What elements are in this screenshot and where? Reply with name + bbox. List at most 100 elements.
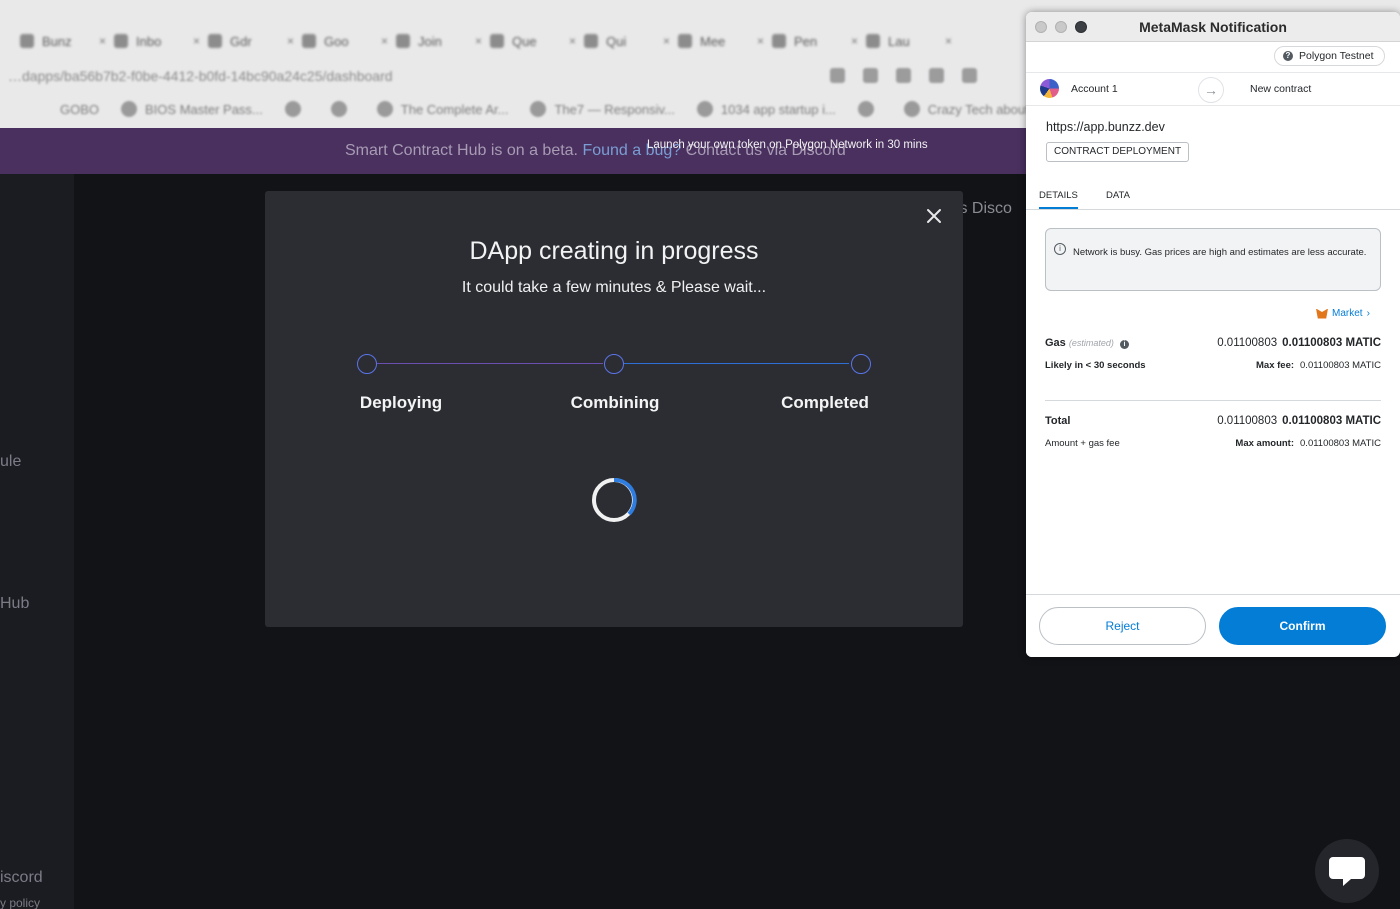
bookmark-item[interactable]: Crazy Tech about... (903, 101, 1040, 117)
bookmark-favicon-icon (696, 101, 713, 117)
extension-icon[interactable] (962, 68, 977, 83)
banner-text-before: Smart Contract Hub is on a beta. (345, 142, 583, 159)
globe-icon (866, 34, 880, 48)
browser-tab[interactable]: Bunz × (20, 26, 106, 56)
account-name[interactable]: Account 1 (1071, 83, 1118, 95)
browser-tab[interactable]: Mee × (678, 26, 764, 56)
bookmark-item[interactable]: The Complete Ar... (376, 101, 509, 117)
confirm-button[interactable]: Confirm (1219, 607, 1386, 645)
tab-title: Join (418, 33, 442, 49)
tab-close-icon[interactable]: × (475, 34, 482, 48)
bookmark-item[interactable] (330, 101, 355, 117)
bookmark-item[interactable]: The7 — Responsiv... (530, 101, 675, 117)
bookmarks-bar: GOBO BIOS Master Pass... The Complete Ar… (0, 96, 1040, 122)
gmail-icon (114, 34, 128, 48)
account-avatar (1040, 79, 1059, 98)
gas-estimated-tag: (estimated) (1068, 338, 1114, 348)
max-amount-label: Max amount: (1235, 438, 1295, 449)
browser-tab-strip: Bunz × Inbo × Gdr × Goo × Join × Que × Qui × Me… (0, 24, 1030, 58)
total-sub-label: Amount + gas fee (1045, 438, 1120, 449)
request-origin: https://app.bunzz.dev (1046, 120, 1165, 134)
network-name: Polygon Testnet (1299, 50, 1374, 62)
close-icon[interactable] (925, 207, 943, 225)
browser-tab[interactable]: Pen × (772, 26, 858, 56)
total-fiat-value: 0.01100803 (1217, 415, 1278, 427)
warning-text: Network is busy. Gas prices are high and… (1073, 247, 1367, 258)
top-nav-fragment[interactable]: ts Disco (955, 200, 1012, 218)
gas-max-fee-row: Max fee: 0.01100803 MATIC (1256, 360, 1381, 371)
step-circle-completed (851, 354, 871, 374)
browser-tab[interactable]: Que × (490, 26, 576, 56)
docs-icon (302, 34, 316, 48)
bookmark-item[interactable] (284, 101, 309, 117)
tab-close-icon[interactable]: × (99, 34, 106, 48)
address-bar[interactable]: …dapps/ba56b7b2-f0be-4412-b0fd-14bc90a24… (0, 62, 1030, 90)
bookmark-star-icon[interactable] (863, 68, 878, 83)
browser-tab[interactable]: Join × (396, 26, 482, 56)
market-gas-option[interactable]: Market › (1316, 308, 1370, 319)
extension-icon[interactable] (929, 68, 944, 83)
step-connector-done (377, 363, 603, 364)
bookmark-label: GOBO (60, 101, 100, 117)
browser-tab[interactable]: Qui × (584, 26, 670, 56)
total-label: Total (1045, 415, 1071, 427)
tab-details[interactable]: DETAILS (1039, 190, 1078, 209)
tab-close-icon[interactable]: × (569, 34, 576, 48)
tab-close-icon[interactable]: × (851, 34, 858, 48)
arrow-right-icon: → (1198, 77, 1224, 103)
network-selector[interactable]: ? Polygon Testnet (1274, 46, 1385, 66)
bookmark-favicon-icon (530, 101, 547, 117)
browser-tab[interactable]: Inbo × (114, 26, 200, 56)
market-label: Market (1332, 308, 1363, 319)
video-icon (396, 34, 410, 48)
chat-launcher-button[interactable] (1315, 839, 1379, 903)
tab-close-icon[interactable]: × (757, 34, 764, 48)
bookmark-favicon-icon (376, 101, 393, 117)
tab-data[interactable]: DATA (1106, 190, 1130, 201)
gas-fiat-value: 0.01100803 (1217, 337, 1278, 349)
gas-amount: 0.01100803 MATIC (1282, 337, 1381, 349)
reject-button[interactable]: Reject (1039, 607, 1206, 645)
tab-close-icon[interactable]: × (287, 34, 294, 48)
bookmark-label: The Complete Ar... (400, 101, 509, 117)
share-icon[interactable] (830, 68, 845, 83)
window-titlebar: MetaMask Notification (1026, 12, 1400, 42)
bookmark-label: BIOS Master Pass... (145, 101, 263, 117)
bookmark-item[interactable]: 1034 app startup i... (696, 101, 836, 117)
recipient-label: New contract (1250, 83, 1312, 95)
details-panel: i Network is busy. Gas prices are high a… (1026, 210, 1400, 594)
info-icon: i (1054, 243, 1066, 255)
bookmark-favicon-icon (330, 101, 347, 117)
sidebar: ule Hub iscord y policy (0, 174, 74, 909)
tab-close-icon[interactable]: × (945, 34, 952, 48)
tab-close-icon[interactable]: × (381, 34, 388, 48)
browser-tab[interactable]: Gdr × (208, 26, 294, 56)
sidebar-item-discord[interactable]: iscord (0, 869, 43, 887)
metamask-notification-window: MetaMask Notification ? Polygon Testnet … (1026, 12, 1400, 657)
tab-close-icon[interactable]: × (663, 34, 670, 48)
tab-close-icon[interactable]: × (193, 34, 200, 48)
browser-tab[interactable]: Goo × (302, 26, 388, 56)
gas-value-row: 0.01100803 0.01100803 MATIC (1217, 337, 1381, 349)
step-label-combining: Combining (570, 393, 660, 412)
bookmark-item[interactable] (857, 101, 882, 117)
tab-title: Mee (700, 33, 726, 49)
bookmark-favicon-icon (857, 101, 874, 117)
gas-info-icon[interactable]: i (1119, 340, 1129, 349)
bookmark-item[interactable]: GOBO (60, 102, 99, 117)
bookmark-item[interactable]: BIOS Master Pass... (121, 101, 263, 117)
sidebar-item-privacy-policy[interactable]: y policy (0, 896, 40, 909)
max-amount-value: 0.01100803 MATIC (1300, 438, 1381, 449)
chat-bubble-icon (1329, 857, 1365, 886)
sidebar-item-schedule[interactable]: ule (0, 453, 21, 471)
gas-label: Gas (1045, 337, 1066, 349)
total-amount: 0.01100803 MATIC (1282, 415, 1381, 427)
browser-tab[interactable]: Lau × (866, 26, 952, 56)
sender-recipient-row: Account 1 → New contract (1026, 72, 1400, 106)
tab-title: Gdr (230, 33, 252, 49)
extension-icon[interactable] (896, 68, 911, 83)
loading-spinner-icon (592, 477, 637, 522)
page-tooltip: Launch your own token on Polygon Network… (647, 139, 928, 151)
gas-likely-time: Likely in < 30 seconds (1045, 360, 1146, 371)
sidebar-item-hub[interactable]: Hub (0, 595, 29, 613)
